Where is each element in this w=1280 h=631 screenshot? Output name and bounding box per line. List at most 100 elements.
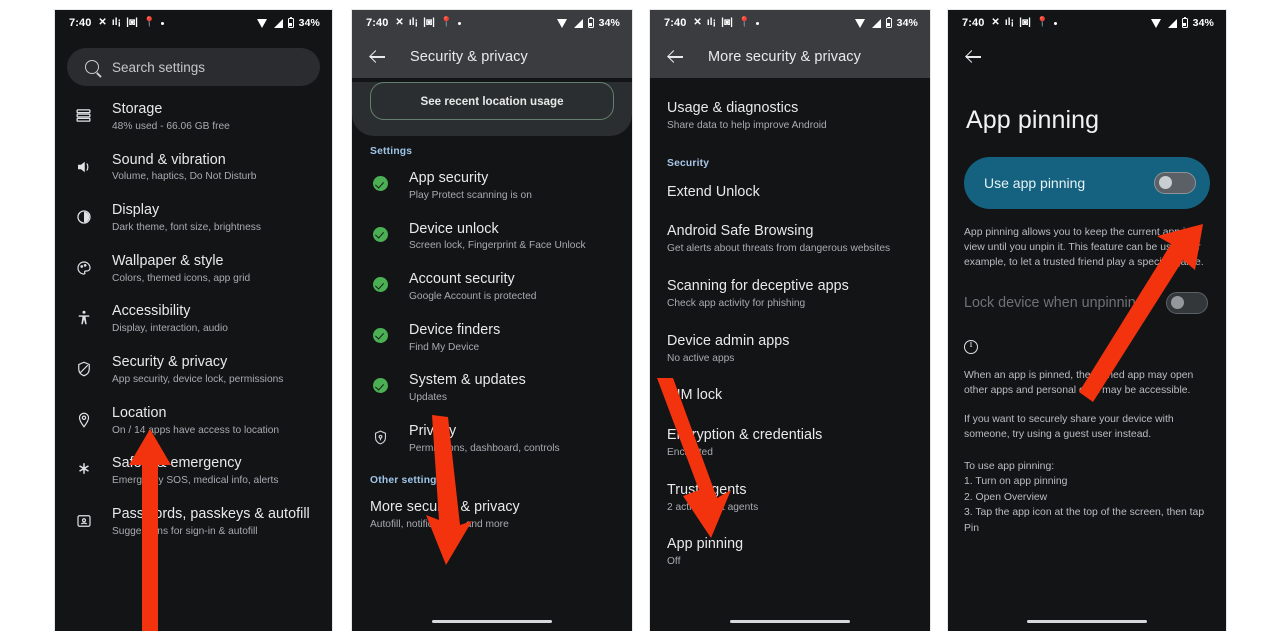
dot-icon — [755, 21, 759, 25]
search-placeholder: Search settings — [112, 59, 206, 75]
settings-row-passwords[interactable]: Passwords, passkeys & autofill Suggestio… — [55, 497, 332, 548]
row-subtitle: 2 active trust agents — [667, 501, 759, 513]
dot-icon — [457, 21, 461, 25]
row-title: System & updates — [409, 372, 526, 389]
more-row-device-admin-apps[interactable]: Device admin apps No active apps — [650, 322, 930, 377]
row-subtitle: Encrypted — [667, 447, 713, 459]
settings-row-wallpaper-style[interactable]: Wallpaper & style Colors, themed icons, … — [55, 244, 332, 295]
row-title: Accessibility — [112, 303, 191, 320]
status-bar: 7:40 ✕ ıl¡ |◙| 📍 34% — [55, 10, 332, 36]
settings-row-safety-emergency[interactable]: Safety & emergency Emergency SOS, medica… — [55, 446, 332, 497]
display-icon — [73, 208, 94, 226]
section-header-security: Security — [667, 157, 710, 169]
equalizer-icon: ıl¡ — [706, 17, 717, 28]
app-pinning-note: When an app is pinned, the pinned app ma… — [964, 370, 1194, 397]
back-arrow-icon[interactable] — [964, 47, 984, 67]
more-row-trust-agents[interactable]: Trust agents 2 active trust agents — [650, 471, 930, 526]
more-row-usage-diagnostics[interactable]: Usage & diagnostics Share data to help i… — [650, 78, 930, 144]
more-row-encryption-credentials[interactable]: Encryption & credentials Encrypted — [650, 416, 930, 471]
more-row-android-safe-browsing[interactable]: Android Safe Browsing Get alerts about t… — [650, 212, 930, 267]
row-title: Scanning for deceptive apps — [667, 278, 849, 295]
settings-row-storage[interactable]: Storage 48% used - 66.06 GB free — [55, 92, 332, 143]
phone-screen-app-pinning: 7:40 ✕ ıl¡ |◙| 📍 34% App pinning Use app… — [948, 10, 1226, 631]
check-circle-icon — [370, 226, 391, 242]
row-title: Sound & vibration — [112, 151, 226, 168]
phone-screen-settings: 7:40 ✕ ıl¡ |◙| 📍 34% Search settings Sto… — [55, 10, 332, 631]
search-icon — [85, 60, 99, 74]
wifi-icon — [1150, 18, 1162, 28]
battery-percent: 34% — [1192, 17, 1214, 29]
settings-row-security-privacy[interactable]: Security & privacy App security, device … — [55, 345, 332, 396]
back-arrow-icon[interactable] — [368, 47, 388, 67]
gesture-bar[interactable] — [730, 619, 850, 623]
search-input[interactable]: Search settings — [67, 48, 320, 86]
settings-scroll[interactable]: Search settings Storage 48% used - 66.06… — [55, 36, 332, 631]
settings-row-accessibility[interactable]: Accessibility Display, interaction, audi… — [55, 294, 332, 345]
accessibility-icon — [73, 309, 94, 327]
security-row-system-updates[interactable]: System & updates Updates — [352, 363, 632, 414]
row-title: SIM lock — [667, 387, 723, 404]
row-subtitle: Get alerts about threats from dangerous … — [667, 243, 891, 255]
row-subtitle: On / 14 apps have access to location — [112, 424, 280, 436]
row-title: Usage & diagnostics — [667, 100, 799, 116]
row-subtitle: Play Protect scanning is on — [409, 189, 532, 201]
check-circle-icon — [370, 176, 391, 191]
security-row-app-security[interactable]: App security Play Protect scanning is on — [352, 161, 632, 212]
page-title: App pinning — [966, 106, 1100, 134]
more-row-extend-unlock[interactable]: Extend Unlock — [650, 173, 930, 213]
dot-icon — [1053, 21, 1057, 25]
section-header-settings: Settings — [370, 146, 413, 157]
lock-device-unpinning-switch[interactable] — [1166, 292, 1208, 315]
back-arrow-icon[interactable] — [666, 47, 686, 67]
row-title: Android Safe Browsing — [667, 223, 814, 240]
section-header-other-settings: Other settings — [370, 474, 443, 486]
settings-row-location[interactable]: Location On / 14 apps have access to loc… — [55, 396, 332, 447]
row-subtitle: Display, interaction, audio — [112, 323, 228, 335]
lock-device-unpinning-row[interactable]: Lock device when unpinning — [964, 292, 1210, 315]
signal-icon — [273, 18, 283, 28]
location-pin-icon — [73, 411, 94, 429]
use-app-pinning-toggle-row[interactable]: Use app pinning — [964, 157, 1210, 209]
status-bar: 7:40 ✕ ıl¡ |◙| 📍 34% — [352, 10, 632, 36]
see-recent-location-usage-button[interactable]: See recent location usage — [370, 82, 614, 120]
dot-icon — [160, 21, 164, 25]
row-subtitle: No active apps — [667, 352, 735, 364]
row-subtitle: Autofill, notifications, and more — [370, 518, 509, 530]
security-row-privacy[interactable]: Privacy Permissions, dashboard, controls — [352, 414, 632, 465]
row-title: Safety & emergency — [112, 455, 242, 472]
status-bar: 7:40 ✕ ıl¡ |◙| 📍 34% — [650, 10, 930, 36]
app-pinning-scroll[interactable]: App pinning Use app pinning App pinning … — [948, 36, 1226, 631]
security-row-more-security-privacy[interactable]: More security & privacy Autofill, notifi… — [352, 490, 632, 541]
use-app-pinning-switch[interactable] — [1154, 172, 1196, 194]
security-row-device-finders[interactable]: Device finders Find My Device — [352, 313, 632, 364]
shield-icon — [73, 360, 94, 378]
row-subtitle: Volume, haptics, Do Not Disturb — [112, 171, 257, 183]
gesture-bar[interactable] — [1027, 619, 1147, 623]
security-row-device-unlock[interactable]: Device unlock Screen lock, Fingerprint &… — [352, 212, 632, 263]
more-row-sim-lock[interactable]: SIM lock — [650, 376, 930, 416]
equalizer-icon: ıl¡ — [408, 17, 419, 28]
battery-icon — [1181, 16, 1188, 28]
location-icon: 📍 — [1036, 17, 1049, 28]
settings-row-sound-vibration[interactable]: Sound & vibration Volume, haptics, Do No… — [55, 143, 332, 194]
app-bar: Security & privacy — [352, 36, 632, 78]
gesture-bar[interactable] — [432, 619, 552, 623]
security-privacy-scroll[interactable]: Security & privacy See recent location u… — [352, 36, 632, 631]
security-row-account-security[interactable]: Account security Google Account is prote… — [352, 262, 632, 313]
page-title: More security & privacy — [708, 49, 861, 65]
settings-row-display[interactable]: Display Dark theme, font size, brightnes… — [55, 193, 332, 244]
row-title: Trust agents — [667, 481, 747, 498]
signal-icon — [1167, 18, 1177, 28]
more-row-scanning-deceptive-apps[interactable]: Scanning for deceptive apps Check app ac… — [650, 267, 930, 322]
location-icon: 📍 — [440, 17, 453, 28]
more-row-app-pinning[interactable]: App pinning Off — [650, 525, 930, 580]
location-icon: 📍 — [143, 17, 156, 28]
vibrate-icon: |◙| — [721, 17, 734, 28]
info-icon — [964, 339, 978, 355]
battery-percent: 34% — [598, 17, 620, 29]
status-time: 7:40 — [962, 17, 985, 29]
row-subtitle: Colors, themed icons, app grid — [112, 272, 251, 284]
more-security-scroll[interactable]: More security & privacy Usage & diagnost… — [650, 36, 930, 631]
app-pinning-note-guest: If you want to securely share your devic… — [964, 414, 1174, 441]
row-subtitle: Permissions, dashboard, controls — [409, 442, 560, 454]
